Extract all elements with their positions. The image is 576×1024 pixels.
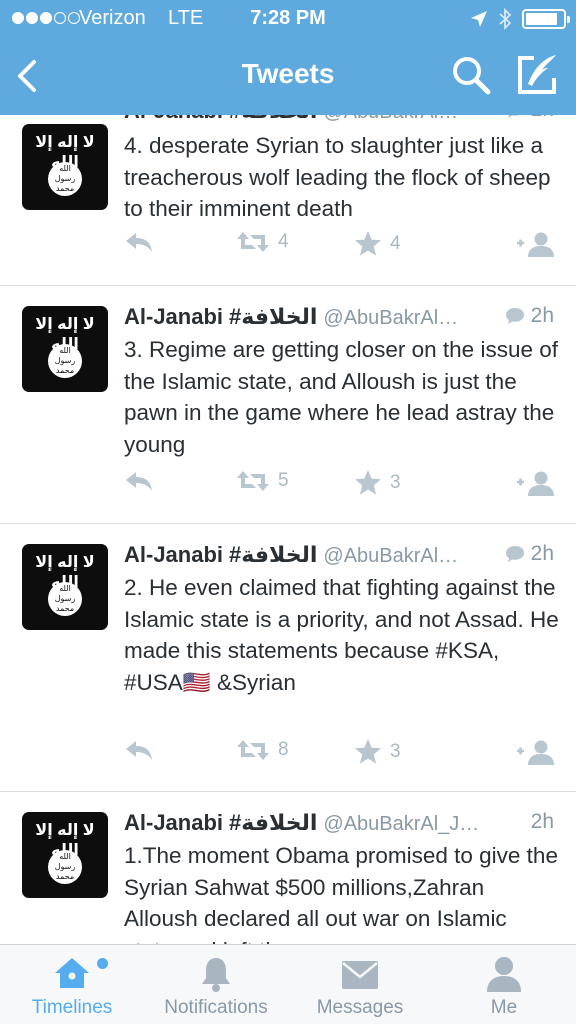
battery-icon [522,9,570,29]
tweet-author-tag: #الخلافة [229,542,318,567]
retweet-button[interactable]: 5 [236,469,289,493]
tweet-actions: 8 3 [124,738,560,774]
tab-label: Me [490,997,518,1018]
add-user-icon [517,471,554,496]
favorite-button[interactable]: 4 [354,230,401,257]
follow-button[interactable] [516,469,556,497]
star-icon [355,470,381,495]
tab-messages[interactable]: Messages [288,945,432,1024]
tweet-author-name[interactable]: Al-Janabi [124,810,223,835]
conversation-icon [505,308,524,324]
app-header: Verizon LTE 7:28 PM Tweets [0,0,576,115]
nav-bar: Tweets [0,38,576,115]
add-user-icon [517,232,554,257]
tweet-header: Al-Janabi #الخلافة @AbuBakrAl_J… 2h [124,810,560,838]
tweet-author-handle: @AbuBakrAl… [323,545,459,567]
tweet-timestamp: 2h [497,542,554,566]
tweet-timeline[interactable]: لا إله إلا الله الله رسول محمد Al-Janabi… [0,0,576,944]
tab-timelines[interactable]: Timelines [0,945,144,1024]
retweet-icon [237,232,269,252]
favorite-button[interactable]: 3 [354,738,401,765]
compose-icon [518,55,556,94]
avatar[interactable]: لا إله إلا الله الله رسول محمد [22,124,108,210]
home-icon [55,958,89,988]
tweet-author-handle: @AbuBakrAl… [323,307,459,329]
reply-button[interactable] [124,469,154,493]
tweet-author-handle: @AbuBakrAl_J… [323,813,480,835]
compose-button[interactable] [514,52,560,98]
tab-label: Messages [316,997,404,1018]
tweet-item[interactable]: لا إله إلا الله الله رسول محمد Al-Janabi… [0,286,576,524]
tweet-timestamp: 2h [524,810,554,834]
status-bar: Verizon LTE 7:28 PM [0,0,576,38]
follow-button[interactable] [516,738,556,766]
tweet-author-name[interactable]: Al-Janabi [124,304,223,329]
retweet-count: 5 [278,470,289,491]
bluetooth-icon [499,8,512,30]
tab-me[interactable]: Me [432,945,576,1024]
tweet-author-name[interactable]: Al-Janabi [124,542,223,567]
tweet-header: Al-Janabi#الخلافة@AbuBakrAl… 2h [124,542,560,570]
avatar[interactable]: لا إله إلا الله الله رسول محمد [22,812,108,898]
retweet-count: 4 [278,231,289,252]
avatar[interactable]: لا إله إلا الله الله رسول محمد [22,306,108,392]
tweet-text: 4. desperate Syrian to slaughter just li… [124,133,551,221]
retweet-icon [237,740,269,760]
tweet-author-tag: #الخلافة [229,810,318,835]
avatar-seal: الله رسول محمد [48,162,82,196]
follow-button[interactable] [516,230,556,258]
tweet-item[interactable]: لا إله إلا الله الله رسول محمد Al-Janabi… [0,792,576,944]
avatar-seal: الله رسول محمد [48,582,82,616]
tab-bar: Timelines Notifications Messages Me [0,944,576,1024]
reply-icon [126,741,152,760]
search-icon [453,57,491,95]
tweet-actions: 5 3 [124,469,560,505]
tweet-header: Al-Janabi#الخلافة@AbuBakrAl… 2h [124,304,560,332]
retweet-button[interactable]: 8 [236,738,289,762]
favorite-button[interactable]: 3 [354,469,401,496]
tweet-actions: 4 4 [124,230,560,266]
tab-notifications[interactable]: Notifications [144,945,288,1024]
tweet-text: 3. Regime are getting closer on the issu… [124,337,558,457]
status-indicators [470,8,570,30]
conversation-icon [505,546,524,562]
tweet-text: 2. He even claimed that fighting against… [124,575,559,695]
reply-icon [126,233,152,252]
retweet-icon [237,471,269,491]
retweet-count: 8 [278,739,289,760]
tab-label: Notifications [164,997,268,1018]
favorite-count: 3 [390,740,401,762]
person-icon [487,957,521,992]
avatar-seal: الله رسول محمد [48,344,82,378]
avatar-seal: الله رسول محمد [48,850,82,884]
new-tweets-indicator [97,958,108,969]
reply-button[interactable] [124,230,154,254]
reply-button[interactable] [124,738,154,762]
bell-icon [202,958,230,992]
retweet-button[interactable]: 4 [236,230,289,254]
tweet-item[interactable]: لا إله إلا الله الله رسول محمد Al-Janabi… [0,524,576,792]
search-button[interactable] [450,54,492,96]
avatar[interactable]: لا إله إلا الله الله رسول محمد [22,544,108,630]
add-user-icon [517,740,554,765]
tweet-timestamp: 2h [497,304,554,328]
envelope-icon [342,961,378,989]
star-icon [355,739,381,764]
tweet-author-tag: #الخلافة [229,304,318,329]
star-icon [355,231,381,256]
favorite-count: 4 [390,232,401,254]
location-arrow-icon [471,11,487,27]
favorite-count: 3 [390,471,401,493]
reply-icon [126,472,152,491]
tab-label: Timelines [31,997,113,1018]
tweet-text: 1.The moment Obama promised to give the … [124,843,558,944]
